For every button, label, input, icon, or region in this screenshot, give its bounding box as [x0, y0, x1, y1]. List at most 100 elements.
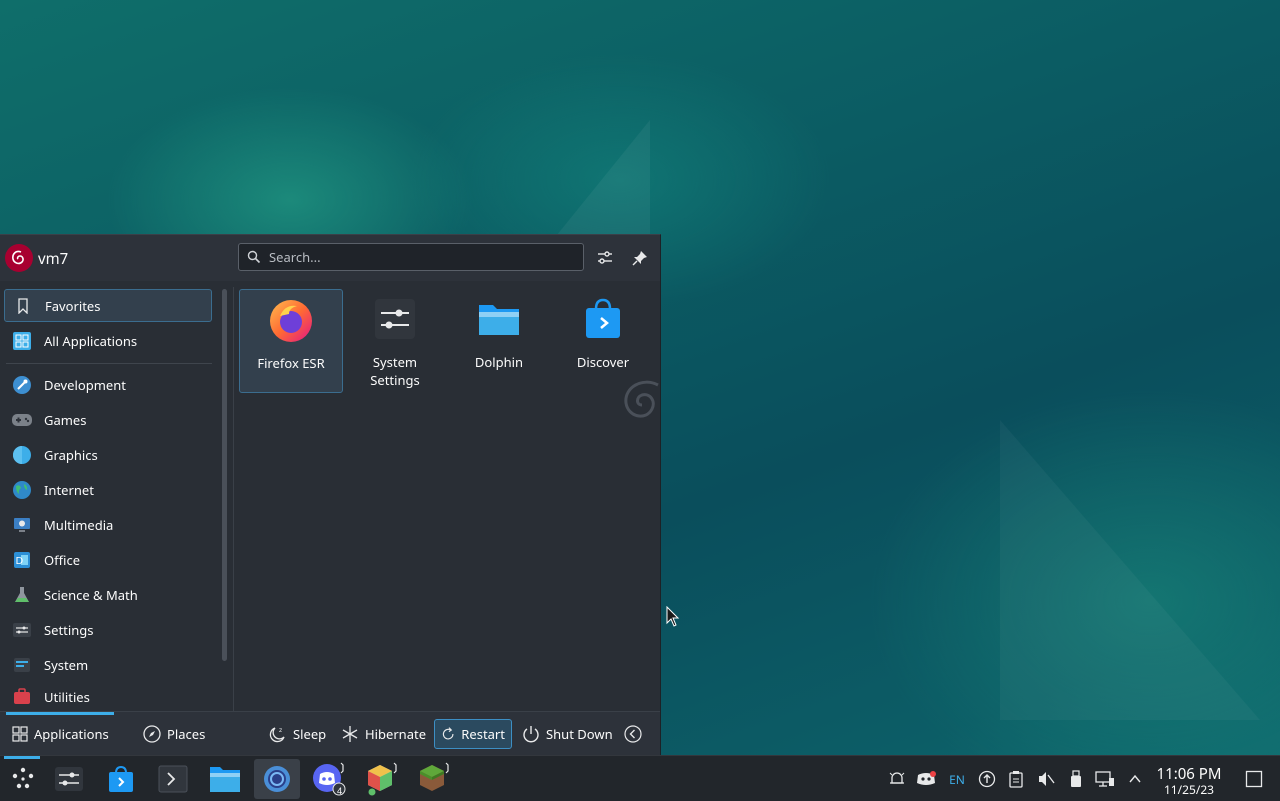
flask-icon: [11, 584, 33, 606]
taskbar-discord[interactable]: 4: [306, 759, 352, 799]
minecraft-block-icon: [420, 762, 449, 791]
sidebar-item-label: Science & Math: [44, 585, 138, 604]
sidebar-item-all-applications[interactable]: All Applications: [4, 324, 212, 357]
svg-text:D: D: [16, 556, 24, 567]
tray-usb-devices[interactable]: [1065, 768, 1087, 790]
grid-apps-icon: [11, 330, 33, 352]
tray-expand-button[interactable]: [1124, 768, 1146, 790]
user-avatar[interactable]: [5, 244, 33, 272]
sidebar-item-favorites[interactable]: Favorites: [4, 289, 212, 322]
button-label: Shut Down: [546, 725, 613, 743]
launcher-dots-icon: [12, 767, 34, 789]
chevron-up-icon: [1129, 774, 1141, 783]
sidebar-item-development[interactable]: Development: [4, 368, 212, 401]
mouse-cursor-icon: [666, 606, 680, 627]
debian-swirl-icon: [12, 250, 24, 265]
sidebar-item-label: Games: [44, 410, 87, 429]
taskbar-minecraft[interactable]: [410, 759, 456, 799]
utilities-icon: [11, 686, 33, 708]
discover-bag-icon: [109, 765, 133, 792]
sidebar-item-label: Office: [44, 550, 81, 569]
hibernate-button[interactable]: Hibernate: [335, 719, 432, 749]
sidebar-item-label: All Applications: [44, 331, 138, 350]
sidebar-item-label: Favorites: [45, 296, 101, 315]
sidebar-item-label: Development: [44, 375, 126, 394]
graphics-icon: [11, 444, 33, 466]
tab-applications[interactable]: Applications: [6, 719, 115, 749]
search-input[interactable]: [267, 247, 571, 267]
more-power-options-button[interactable]: [624, 719, 648, 749]
tray-notifications[interactable]: [886, 768, 908, 790]
app-label: Firefox ESR: [257, 354, 325, 372]
tray-keyboard-layout[interactable]: EN: [946, 768, 968, 790]
sidebar-item-office[interactable]: D Office: [4, 543, 212, 576]
folder-icon: [210, 767, 240, 792]
button-label: Hibernate: [365, 725, 427, 743]
active-tab-indicator: [6, 712, 114, 715]
tray-clipboard[interactable]: [1005, 768, 1027, 790]
keyboard-layout-label: EN: [949, 770, 965, 788]
sidebar-item-science-math[interactable]: Science & Math: [4, 578, 212, 611]
button-label: Restart: [461, 725, 505, 743]
sidebar-item-utilities[interactable]: Utilities: [4, 683, 212, 711]
launcher-header: vm7: [0, 235, 660, 281]
tray-network[interactable]: [1094, 768, 1116, 790]
terminal-icon: [158, 765, 188, 793]
taskbar-konsole[interactable]: [150, 759, 196, 799]
svg-text:z: z: [279, 727, 282, 734]
configure-button[interactable]: [594, 247, 616, 269]
app-label: Discover: [576, 353, 630, 371]
volume-muted-icon: [1039, 772, 1055, 786]
search-icon: [247, 250, 261, 264]
folder-icon: [479, 305, 519, 335]
sleep-button[interactable]: z Sleep: [263, 719, 332, 749]
sidebar-item-label: System: [44, 655, 89, 674]
app-tile-dolphin[interactable]: Dolphin: [447, 289, 551, 393]
sidebar-item-system[interactable]: System: [4, 648, 212, 681]
firefox-icon: [270, 300, 312, 342]
app-launcher-button[interactable]: [0, 759, 46, 799]
tray-volume[interactable]: [1035, 768, 1057, 790]
office-icon: D: [11, 549, 33, 571]
user-name[interactable]: vm7: [38, 249, 68, 269]
network-wired-icon: [1095, 771, 1114, 787]
taskbar-firefox[interactable]: [254, 759, 300, 799]
tray-discord[interactable]: [915, 768, 937, 790]
sidebar-separator: [6, 363, 212, 364]
tab-label: Places: [167, 725, 206, 743]
globe-icon: [11, 479, 33, 501]
shutdown-button[interactable]: Shut Down: [516, 719, 619, 749]
sidebar-item-games[interactable]: Games: [4, 403, 212, 436]
button-label: Sleep: [293, 725, 327, 743]
alarm-bell-icon: [889, 772, 905, 784]
sidebar-scrollbar[interactable]: [222, 289, 227, 661]
pin-button[interactable]: [629, 247, 651, 269]
development-icon: [11, 374, 33, 396]
pin-icon: [632, 251, 647, 266]
app-tile-system-settings[interactable]: System Settings: [343, 289, 447, 393]
discord-tray-icon: [917, 771, 936, 785]
taskbar-discover[interactable]: [98, 759, 144, 799]
taskbar-system-settings[interactable]: [46, 759, 92, 799]
system-settings-icon: [55, 767, 83, 791]
taskbar-dolphin[interactable]: [202, 759, 248, 799]
taskbar-app-cube[interactable]: [358, 759, 404, 799]
show-desktop-button[interactable]: [1243, 768, 1265, 790]
search-box[interactable]: [238, 243, 584, 271]
tab-places[interactable]: Places: [137, 719, 211, 749]
sleep-icon: z: [269, 727, 285, 743]
restart-button[interactable]: Restart: [434, 719, 512, 749]
app-tile-firefox-esr[interactable]: Firefox ESR: [239, 289, 343, 393]
power-icon: [523, 726, 539, 743]
sidebar-item-multimedia[interactable]: Multimedia: [4, 508, 212, 541]
sidebar-item-settings[interactable]: Settings: [4, 613, 212, 646]
snowflake-icon: [342, 726, 358, 742]
app-tile-discover[interactable]: Discover: [551, 289, 655, 393]
app-label: System: [372, 353, 418, 371]
panel-divider: [233, 287, 234, 711]
sidebar-item-graphics[interactable]: Graphics: [4, 438, 212, 471]
update-icon: [978, 770, 996, 788]
sidebar-item-internet[interactable]: Internet: [4, 473, 212, 506]
app-label-line2: Settings: [370, 371, 420, 389]
tray-updates[interactable]: [976, 768, 998, 790]
